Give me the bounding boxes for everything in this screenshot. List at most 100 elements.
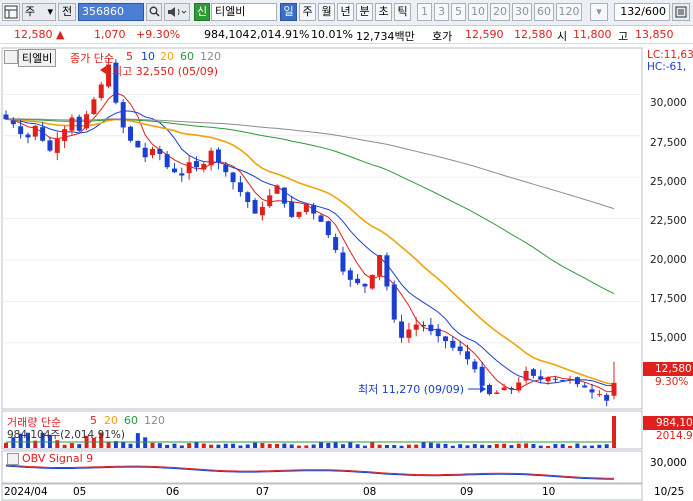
sound-icon[interactable] [164,3,190,21]
x-label-2024-04: 2024/04 [4,486,48,498]
stock-chart[interactable]: 티엘비 종가 단순 5 10 20 60 120 최고 32,550 (05/0… [0,44,693,501]
volume-bar [172,443,177,448]
candle-body [450,340,456,348]
volume-ratio: 2,014.91% [250,28,310,41]
interval-60[interactable]: 60 [534,3,554,21]
volume-bar [216,444,221,448]
candle-body [281,187,287,204]
volume-bar [480,444,485,448]
volume-bar [69,443,74,448]
volume-bar [245,444,250,448]
period-month[interactable]: 월 [318,3,335,21]
candle-body [369,274,375,289]
candle-body [399,321,405,338]
volume-bar [399,445,404,448]
volume-bar [201,443,206,448]
period-year[interactable]: 년 [337,3,354,21]
candle-body [91,99,97,115]
stock-code-input[interactable]: 356860 [78,3,144,21]
period-tick[interactable]: 틱 [394,3,411,21]
volume-bar [612,416,616,448]
price-change-pct: +9.30% [136,28,181,41]
volume-bar [165,444,170,448]
candle-body [47,140,53,151]
candle-body [582,385,588,388]
ma5-legend: 5 [126,50,133,63]
volume-bar [582,445,587,448]
volume-bar [231,443,236,448]
candle-body [538,376,544,380]
toolbar: 주 ▾ 전 356860 신 티엘비 일 주 월 년 분 초 틱 1 3 5 1… [0,0,693,26]
interval-3[interactable]: 3 [434,3,449,21]
y-tick-27500: 27,500 [650,137,687,149]
candle-body [237,182,243,193]
volume-bar [223,443,228,448]
volume-bar [509,445,514,448]
stock-name-field[interactable]: 티엘비 [211,3,277,21]
obv-menu-icon[interactable] [7,453,19,465]
candle-body [106,64,112,87]
volume-bar [282,443,287,448]
current-price-tag-label: 12,580 [655,363,692,375]
search-icon[interactable] [146,3,162,21]
candle-body [574,377,580,385]
market-select[interactable]: 주 ▾ [22,3,56,21]
interval-120[interactable]: 120 [556,3,582,21]
high-annotation: 최고 32,550 (05/09) [112,65,219,78]
candle-body [289,202,295,217]
vol-ma5-legend: 5 [90,414,97,427]
candle-body [494,392,500,394]
candle-body [230,172,236,183]
count-field[interactable]: 132/600 [614,3,670,21]
lc-label: LC:11,63 [647,49,693,61]
interval-1[interactable]: 1 [417,3,432,21]
interval-30[interactable]: 30 [512,3,532,21]
x-label-08: 08 [363,486,377,498]
period-second[interactable]: 초 [375,3,392,21]
ma10-legend: 10 [141,50,155,63]
candle-body [128,126,134,141]
volume-bar [348,442,353,448]
chart-menu-icon[interactable] [4,50,18,64]
candle-body [413,324,419,330]
volume-bar [604,444,609,448]
candle-body [25,134,31,138]
chart-layout-icon[interactable] [2,3,20,21]
interval-10[interactable]: 10 [468,3,488,21]
period-minute[interactable]: 분 [356,3,373,21]
volume-bar [377,444,382,448]
chart-name-tag[interactable]: 티엘비 [18,49,57,67]
candle-body [10,120,16,125]
y-tick-20000: 20,000 [650,254,687,266]
y-tick-25000: 25,000 [650,176,687,188]
candle-body [486,384,492,395]
x-label-10: 10 [542,486,556,498]
interval-5[interactable]: 5 [451,3,466,21]
volume-bar [311,444,316,448]
price-panel [1,47,643,410]
interval-20[interactable]: 20 [490,3,510,21]
settings-icon[interactable] [672,3,690,21]
volume-bar [4,442,8,448]
candle-body [530,369,536,376]
candle-body [596,394,602,396]
y-tick-15000: 15,000 [650,332,687,344]
volume-bar [560,444,565,448]
volume-bar [465,445,470,448]
ask-price-2: 12,580 [514,28,553,41]
volume-bar [267,443,272,448]
volume-bar [238,445,243,448]
volume-bar [333,442,338,448]
volume-bar [443,443,448,448]
volume-bar [568,445,573,448]
volume-bar [355,444,360,448]
jeon-button[interactable]: 전 [58,3,76,21]
chevron-down-icon: ▾ [47,5,53,18]
candle-body [69,117,75,131]
candle-body [552,378,558,380]
period-day[interactable]: 일 [280,3,297,21]
period-week[interactable]: 주 [299,3,316,21]
interval-dropdown[interactable]: ▾ [590,3,608,21]
candle-body [391,284,397,320]
volume-tag-label: 984,104 [656,417,693,429]
